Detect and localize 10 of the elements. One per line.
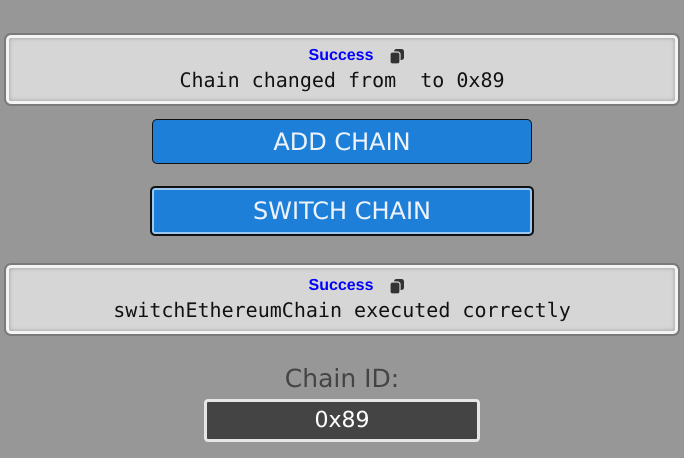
alert-title: Success [308,277,374,295]
chain-id-field[interactable]: 0x89 [204,399,480,442]
copy-icon[interactable] [389,48,406,64]
alert-message: switchEthereumChain executed correctly [113,298,571,322]
chain-button[interactable]: SWITCH CHAIN [150,186,534,236]
alert-message: Chain changed from to 0x89 [179,68,505,92]
chain-button[interactable]: ADD CHAIN [152,119,532,164]
copy-icon[interactable] [389,278,406,294]
alert-title: Success [308,47,374,65]
chain-id-label: Chain ID: [284,364,400,393]
